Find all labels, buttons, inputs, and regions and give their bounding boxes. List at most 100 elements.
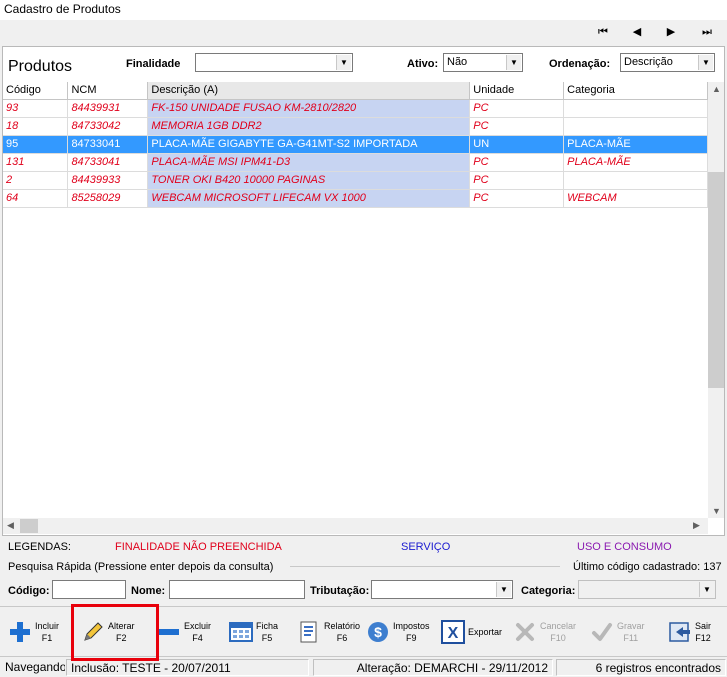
incluir-button[interactable]: Incluir F1: [8, 612, 59, 652]
status-registros: 6 registros encontrados: [556, 659, 726, 676]
cancelar-button[interactable]: Cancelar F10: [513, 612, 576, 652]
table-row[interactable]: 95 84733041 PLACA-MÃE GIGABYTE GA-G41MT-S2…: [3, 135, 708, 154]
relatorio-key: F6: [336, 633, 348, 643]
cell-ncm: 85258029: [67, 189, 149, 208]
horizontal-scrollbar[interactable]: ◀ ▶: [3, 518, 708, 534]
cell-codigo: 93: [3, 99, 69, 118]
table-row[interactable]: 93 84439931 FK-150 UNIDADE FUSAO KM-2810/2…: [3, 99, 708, 118]
column-header-unidade[interactable]: Unidade: [469, 82, 565, 100]
gravar-button[interactable]: Gravar F11: [590, 612, 645, 652]
calendar-icon: [229, 620, 253, 644]
cell-unidade: PC: [469, 153, 565, 172]
impostos-label: Impostos: [393, 621, 430, 631]
svg-text:$: $: [374, 624, 382, 640]
cell-categoria: WEBCAM: [563, 189, 708, 208]
column-header-ncm[interactable]: NCM: [67, 82, 149, 100]
finalidade-select[interactable]: ▼: [195, 53, 353, 72]
cell-ncm: 84439931: [67, 99, 149, 118]
horizontal-scroll-thumb[interactable]: [20, 519, 38, 533]
minus-icon: [157, 620, 181, 644]
cell-categoria: [563, 117, 708, 136]
codigo-input[interactable]: [52, 580, 126, 599]
column-header-codigo[interactable]: Código: [3, 82, 69, 100]
cell-codigo: 18: [3, 117, 69, 136]
scroll-left-icon[interactable]: ◀: [7, 520, 14, 531]
nome-input[interactable]: [169, 580, 305, 599]
ficha-button[interactable]: Ficha F5: [229, 612, 278, 652]
excel-icon: X: [441, 620, 465, 644]
cell-unidade: PC: [469, 117, 565, 136]
ativo-select[interactable]: Não ▼: [443, 53, 523, 72]
gravar-label: Gravar: [617, 621, 645, 631]
table-row[interactable]: 131 84733041 PLACA-MÃE MSI IPM41-D3 PC PLACA…: [3, 153, 708, 172]
ficha-key: F5: [261, 633, 273, 643]
window-title: Cadastro de Produtos: [4, 2, 121, 16]
dollar-icon: $: [366, 620, 390, 644]
excluir-button[interactable]: Excluir F4: [157, 612, 211, 652]
cell-unidade: PC: [469, 99, 565, 118]
sair-label: Sair: [695, 621, 712, 631]
highlight-box: [71, 604, 159, 661]
cancel-x-icon: [513, 620, 537, 644]
table-row[interactable]: 2 84439933 TONER OKI B420 10000 PAGINAS PC: [3, 171, 708, 190]
search-title: Pesquisa Rápida (Pressione enter depois …: [8, 561, 274, 573]
categoria-select[interactable]: ▼: [578, 580, 716, 599]
excluir-label: Excluir: [184, 621, 212, 631]
tributacao-select[interactable]: ▼: [371, 580, 513, 599]
sair-key: F12: [695, 633, 711, 643]
svg-text:X: X: [448, 625, 459, 642]
prev-record-button[interactable]: ◀: [624, 23, 650, 41]
cell-descricao: MEMORIA 1GB DDR2: [147, 117, 471, 136]
page-title: Produtos: [8, 58, 73, 75]
incluir-key: F1: [41, 633, 53, 643]
exportar-label: Exportar: [468, 627, 503, 637]
chevron-down-icon: ▼: [699, 582, 714, 597]
cell-unidade: PC: [469, 189, 565, 208]
scroll-right-icon[interactable]: ▶: [693, 520, 700, 531]
ordenacao-label: Ordenação:: [549, 58, 611, 70]
impostos-button[interactable]: $ Impostos F9: [366, 612, 430, 652]
cell-codigo: 2: [3, 171, 69, 190]
cell-codigo: 64: [3, 189, 69, 208]
finalidade-label: Finalidade: [126, 58, 181, 70]
products-table: Código NCM Descrição (A) Unidade Categor…: [3, 82, 708, 208]
column-header-descricao[interactable]: Descrição (A): [147, 82, 471, 100]
table-row[interactable]: 18 84733042 MEMORIA 1GB DDR2 PC: [3, 117, 708, 136]
ficha-label: Ficha: [256, 621, 279, 631]
ordenacao-select[interactable]: Descrição ▼: [620, 53, 715, 72]
products-grid[interactable]: Código NCM Descrição (A) Unidade Categor…: [3, 82, 708, 518]
cell-descricao: PLACA-MÃE MSI IPM41-D3: [147, 153, 471, 172]
vertical-scroll-thumb[interactable]: [708, 172, 724, 388]
cell-ncm: 84733042: [67, 117, 149, 136]
first-record-button[interactable]: ⏮: [590, 23, 616, 41]
scroll-down-icon[interactable]: ▼: [712, 506, 721, 516]
chevron-down-icon: ▼: [496, 582, 511, 597]
report-icon: [297, 620, 321, 644]
column-header-categoria[interactable]: Categoria: [563, 82, 708, 100]
divider: [290, 566, 560, 567]
chevron-down-icon: ▼: [506, 55, 521, 70]
cell-categoria: PLACA-MÃE: [563, 153, 708, 172]
table-row[interactable]: 64 85258029 WEBCAM MICROSOFT LIFECAM VX 10…: [3, 189, 708, 208]
codigo-label: Código:: [8, 585, 50, 597]
chevron-down-icon: ▼: [336, 55, 351, 70]
scroll-up-icon[interactable]: ▲: [712, 84, 721, 94]
legend-label: LEGENDAS:: [8, 541, 71, 553]
categoria-label: Categoria:: [521, 585, 576, 597]
cancelar-label: Cancelar: [540, 621, 577, 631]
exportar-button[interactable]: X Exportar: [441, 612, 502, 652]
cell-descricao: FK-150 UNIDADE FUSAO KM-2810/2820: [147, 99, 471, 118]
cell-descricao: PLACA-MÃE GIGABYTE GA-G41MT-S2 IMPORTADA: [147, 135, 471, 154]
nome-label: Nome:: [131, 585, 166, 597]
sair-button[interactable]: Sair F12: [668, 612, 711, 652]
next-record-button[interactable]: ▶: [658, 23, 684, 41]
excluir-key: F4: [192, 633, 203, 643]
status-mode: Navegando: [5, 660, 65, 674]
cell-categoria: [563, 99, 708, 118]
last-record-button[interactable]: ⏭: [694, 23, 720, 41]
relatorio-button[interactable]: Relatório F6: [297, 612, 360, 652]
cell-descricao: TONER OKI B420 10000 PAGINAS: [147, 171, 471, 190]
table-header-row: Código NCM Descrição (A) Unidade Categor…: [3, 82, 708, 100]
status-alteracao: Alteração: DEMARCHI - 29/11/2012: [313, 659, 553, 676]
cell-codigo: 95: [3, 135, 69, 154]
